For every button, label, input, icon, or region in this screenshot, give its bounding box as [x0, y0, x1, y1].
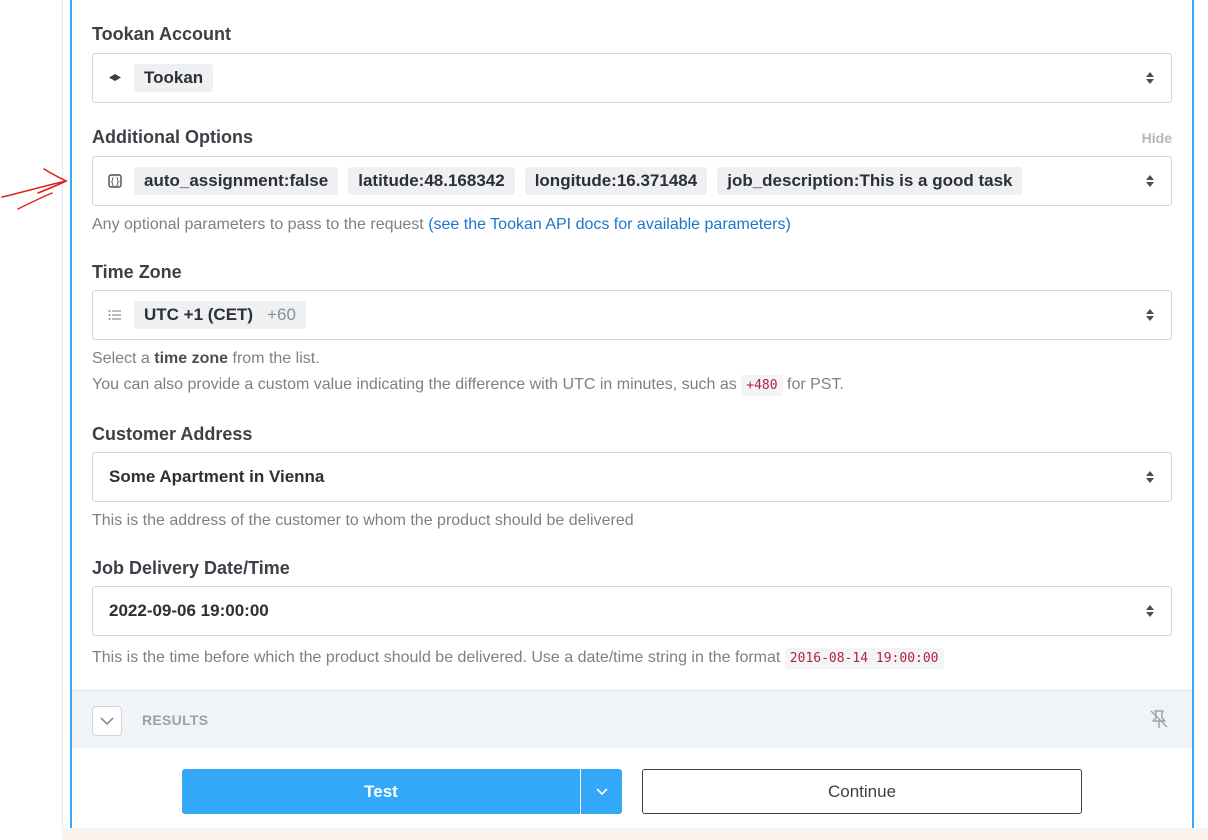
- additional-options-help-text: Any optional parameters to pass to the r…: [92, 216, 429, 233]
- tookan-account-select[interactable]: Tookan: [92, 53, 1172, 103]
- job-delivery-help-text: This is the time before which the produc…: [92, 649, 785, 666]
- time-zone-help-suffix: from the list.: [228, 350, 320, 367]
- select-arrows-icon: [1146, 72, 1154, 84]
- left-gutter: [0, 0, 62, 840]
- time-zone-value-text: UTC +1 (CET): [144, 305, 254, 324]
- job-delivery-value: 2022-09-06 19:00:00: [109, 601, 269, 620]
- customer-address-input[interactable]: Some Apartment in Vienna: [92, 452, 1172, 502]
- time-zone-help-line1: Select a time zone from the list.: [92, 346, 844, 372]
- chevron-down-icon: [100, 716, 114, 725]
- tookan-account-value: Tookan: [134, 64, 214, 92]
- list-icon: [108, 308, 122, 322]
- time-zone-help2-prefix: You can also provide a custom value indi…: [92, 376, 742, 393]
- svg-text:{}: {}: [110, 178, 121, 188]
- option-chip[interactable]: longitude:16.371484: [524, 167, 708, 195]
- job-delivery-input[interactable]: 2022-09-06 19:00:00: [92, 586, 1172, 636]
- customer-address-value: Some Apartment in Vienna: [109, 467, 325, 486]
- tookan-account-label: Tookan Account: [92, 24, 231, 44]
- job-delivery-help: This is the time before which the produc…: [92, 645, 944, 672]
- results-bar: RESULTS: [72, 690, 1192, 748]
- time-zone-help2-suffix: for PST.: [782, 376, 844, 393]
- time-zone-help-prefix: Select a: [92, 350, 155, 367]
- results-expand-button[interactable]: [92, 706, 122, 736]
- hide-link[interactable]: Hide: [1142, 130, 1172, 146]
- bottom-strip: [62, 828, 1208, 840]
- additional-options-select[interactable]: {} auto_assignment:false latitude:48.168…: [92, 156, 1172, 206]
- tookan-logo-icon: [108, 71, 122, 85]
- time-zone-help-code: +480: [741, 375, 783, 396]
- tookan-api-docs-link[interactable]: (see the Tookan API docs for available p…: [428, 216, 791, 233]
- job-delivery-label: Job Delivery Date/Time: [92, 558, 290, 578]
- results-label: RESULTS: [142, 712, 209, 728]
- test-button[interactable]: Test: [182, 769, 580, 814]
- select-arrows-icon: [1146, 309, 1154, 321]
- test-options-dropdown[interactable]: [581, 769, 622, 814]
- time-zone-help-line2: You can also provide a custom value indi…: [92, 372, 844, 399]
- select-arrows-icon: [1146, 175, 1154, 187]
- option-chip[interactable]: latitude:48.168342: [348, 167, 515, 195]
- annotation-arrow-icon: [1, 168, 68, 210]
- customer-address-label: Customer Address: [92, 424, 253, 444]
- time-zone-help: Select a time zone from the list. You ca…: [92, 346, 844, 399]
- time-zone-offset: +60: [267, 305, 296, 324]
- time-zone-value: UTC +1 (CET) +60: [134, 301, 306, 329]
- continue-button[interactable]: Continue: [642, 769, 1082, 814]
- time-zone-label: Time Zone: [92, 262, 182, 282]
- select-arrows-icon: [1146, 605, 1154, 617]
- additional-options-help: Any optional parameters to pass to the r…: [92, 212, 791, 238]
- time-zone-select[interactable]: UTC +1 (CET) +60: [92, 290, 1172, 340]
- chevron-down-icon: [595, 788, 608, 796]
- select-arrows-icon: [1146, 471, 1154, 483]
- pin-off-icon[interactable]: [1148, 708, 1170, 730]
- customer-address-help: This is the address of the customer to w…: [92, 512, 634, 529]
- additional-options-label: Additional Options: [92, 127, 253, 147]
- action-bar: Test Continue: [72, 748, 1192, 828]
- time-zone-help-bold: time zone: [154, 350, 229, 367]
- job-delivery-help-code: 2016-08-14 19:00:00: [784, 648, 944, 669]
- object-icon: {}: [108, 174, 122, 188]
- option-chip[interactable]: job_description:This is a good task: [717, 167, 1023, 195]
- option-chip[interactable]: auto_assignment:false: [134, 167, 339, 195]
